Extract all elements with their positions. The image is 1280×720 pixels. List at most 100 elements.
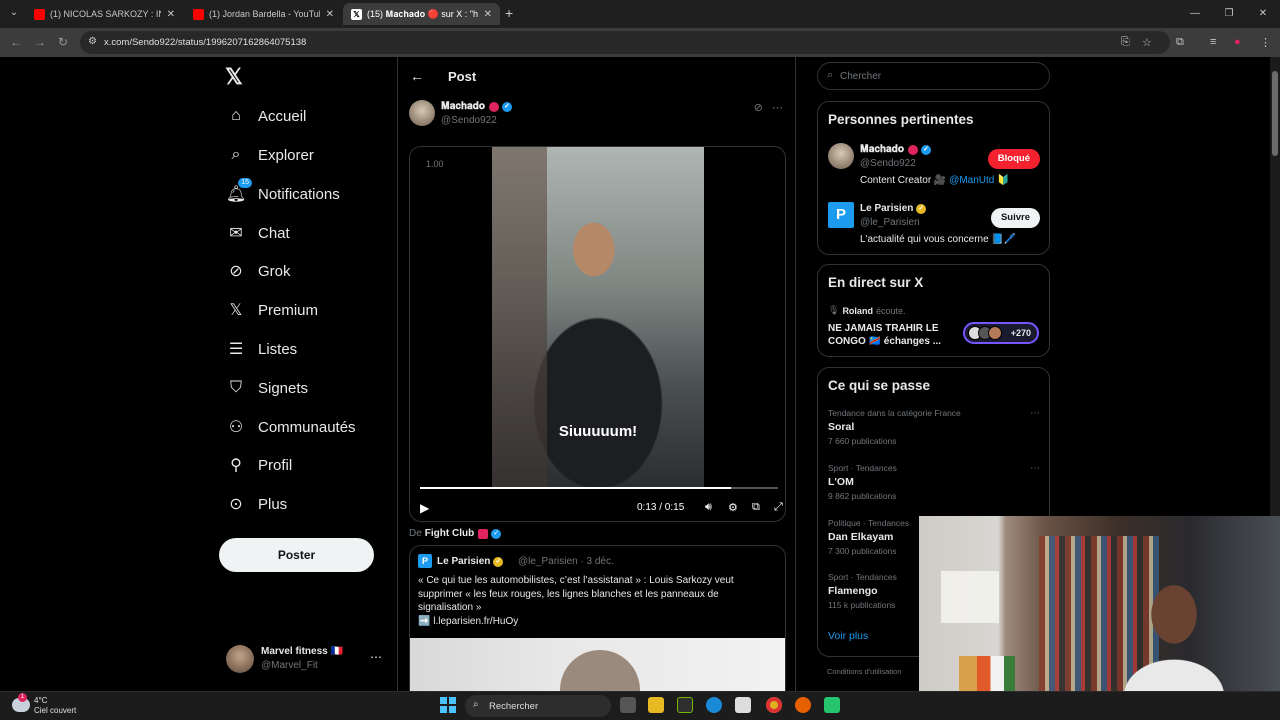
app-icon[interactable] [824,697,840,713]
le-parisien-logo-icon: P [828,202,854,228]
live-host-name: Roland [842,305,873,316]
minimize-icon[interactable]: — [1178,0,1212,28]
back-icon[interactable]: ← [10,35,22,49]
nav-item-grok[interactable]: ⊘ Grok [226,257,290,285]
weather-desc: Ciel couvert [34,706,77,715]
reload-icon[interactable]: ↻ [58,35,68,49]
taskbar-search[interactable]: ⌕ Rechercher [465,695,611,717]
file-explorer-icon[interactable] [648,697,664,713]
browser-tab[interactable]: (1) Jordan Bardella - YouTube ✕ [185,3,342,25]
close-icon[interactable]: ✕ [484,9,492,20]
bio-link[interactable]: @ManUtd [949,175,994,186]
quoted-post[interactable]: P Le Parisien ✓ @le_Parisien · 3 déc. « … [409,545,786,691]
list-icon: ☰ [228,341,244,358]
trend-item[interactable]: Sport · Tendances L'OM 9 862 publication… [828,463,1040,509]
more-icon[interactable]: ⋯ [1030,408,1040,419]
more-icon[interactable]: ⋯ [1030,463,1040,474]
weather-temp: 4°C [34,696,48,705]
quoted-image[interactable] [410,638,785,691]
verified-icon: ✓ [921,144,931,155]
close-icon[interactable]: ✕ [326,9,334,20]
live-space-title[interactable]: NE JAMAIS TRAHIR LE CONGO 🇨🇩 échanges ..… [828,322,958,348]
avatar [988,326,1002,340]
close-icon[interactable]: ✕ [167,9,175,20]
video-player[interactable]: 1.00 Siuuuuum! ▶ 0:13 / 0:15 🔊︎ ⚙ ⧉ ⤢ [409,146,786,522]
browser-tab[interactable]: (1) NICOLAS SARKOZY : INTERV ✕ [26,3,183,25]
account-switcher[interactable]: Marvel fitness 🇫🇷 @Marvel_Fit ⋯ [226,644,386,674]
firefox-icon[interactable] [795,697,811,713]
post-button[interactable]: Poster [219,538,374,572]
nav-item-accueil[interactable]: ⌂ Accueil [226,102,306,130]
fullscreen-icon[interactable]: ⤢ [774,501,783,514]
nvidia-icon[interactable] [677,697,693,713]
footer-terms-link[interactable]: Conditions d'utilisation [827,667,901,676]
tab-title: (15) 𝐌𝐚𝐜𝐡𝐚𝐝𝐨 🔴 sur X : "https: [367,8,478,19]
profile-icon[interactable]: ● [1234,36,1241,48]
tab-search-icon[interactable]: ⌄ [6,5,22,21]
browser-menu-icon[interactable]: ⋮ [1260,36,1271,49]
nav-item-plus[interactable]: ⊙ Plus [226,490,287,518]
person-row[interactable]: P Le Parisien ✓ @le_Parisien L'actualité… [828,202,1040,254]
browser-tab-active[interactable]: 𝕏 (15) 𝐌𝐚𝐜𝐡𝐚𝐝𝐨 🔴 sur X : "https: ✕ [343,3,500,25]
x-logo-icon[interactable]: 𝕏 [225,64,243,90]
extensions-icon[interactable]: ⧉ [1176,36,1184,49]
nav-item-signets[interactable]: ⛉ Signets [226,374,308,402]
person-row[interactable]: 𝐌𝐚𝐜𝐡𝐚𝐝𝐨 ✓ @Sendo922 Content Creator 🎥 @M… [828,143,1040,195]
blocked-button[interactable]: Bloqué [987,149,1040,169]
nav-item-listes[interactable]: ☰ Listes [226,335,297,363]
source-name[interactable]: Fight Club [425,528,474,539]
windows-start-icon[interactable] [440,697,456,713]
bookmark-star-icon[interactable]: ☆ [1142,36,1152,49]
media-controls-icon[interactable]: ≡ [1210,36,1216,48]
webcam-background [941,571,999,623]
site-info-icon[interactable]: ⚙ [88,36,97,47]
avatar[interactable] [409,100,435,126]
video-progress-bar[interactable] [420,487,778,489]
author-name[interactable]: 𝐌𝐚𝐜𝐡𝐚𝐝𝐨 ✓ [441,101,512,112]
more-icon[interactable]: ⋯ [772,102,783,114]
search-input[interactable]: ⌕ Chercher [817,62,1050,90]
back-arrow-icon[interactable]: ← [410,68,424,84]
nav-item-explorer[interactable]: ⌕ Explorer [226,141,314,169]
author-handle[interactable]: @Sendo922 [441,115,497,126]
picture-in-picture-icon[interactable]: ⧉ [752,501,760,514]
nav-item-profil[interactable]: ⚲ Profil [226,451,292,479]
task-view-icon[interactable] [620,697,636,713]
forward-icon[interactable]: → [34,35,46,49]
trend-item[interactable]: Tendance dans la catégorie France Soral … [828,408,1040,454]
nav-item-label: Notifications [258,185,340,203]
mail-icon: ✉ [229,225,243,242]
nav-item-communautes[interactable]: ⚇ Communautés [226,413,356,441]
nav-item-chat[interactable]: ✉ Chat [226,219,289,247]
url-omnibox[interactable]: ⚙ x.com/Sendo922/status/1996207162864075… [80,31,1170,54]
play-icon[interactable]: ▶ [420,501,429,515]
volume-icon[interactable]: 🔊︎ [705,501,712,514]
store-icon[interactable] [735,697,751,713]
quoted-date: 3 déc. [586,556,614,567]
close-window-icon[interactable]: ✕ [1246,0,1280,28]
edge-icon[interactable] [706,697,722,713]
card-title: En direct sur X [828,275,924,290]
chrome-icon[interactable] [766,697,782,713]
nav-item-notifications[interactable]: 🔔︎ 15 Notifications [226,178,340,208]
nav-item-label: Plus [258,495,288,513]
quoted-link[interactable]: ➡️ l.leparisien.fr/HuOy [418,615,768,629]
new-tab-button[interactable]: + [505,5,513,21]
settings-icon[interactable]: ⚙ [728,501,738,514]
nav-item-premium[interactable]: 𝕏 Premium [226,296,318,324]
verified-gold-icon: ✓ [916,203,927,214]
follow-button[interactable]: Suivre [990,208,1040,228]
more-icon[interactable]: ⋯ [370,650,382,664]
nav-item-label: Listes [258,340,298,358]
le-parisien-logo-icon: P [418,554,432,568]
show-more-link[interactable]: Voir plus [828,630,868,642]
address-bar: ← → ↻ ⚙ x.com/Sendo922/status/1996207162… [0,28,1280,57]
scrollbar-thumb[interactable] [1272,71,1278,156]
person-handle: @le_Parisien [860,217,920,228]
avatar [226,645,254,673]
live-listeners-pill[interactable]: +270 [963,322,1039,344]
install-app-icon[interactable]: ⎘ [1121,36,1130,49]
maximize-icon[interactable]: ❐ [1212,0,1246,28]
grok-icon[interactable]: ⊘ [754,102,763,114]
url-text[interactable]: x.com/Sendo922/status/199620716286407513… [104,37,306,48]
